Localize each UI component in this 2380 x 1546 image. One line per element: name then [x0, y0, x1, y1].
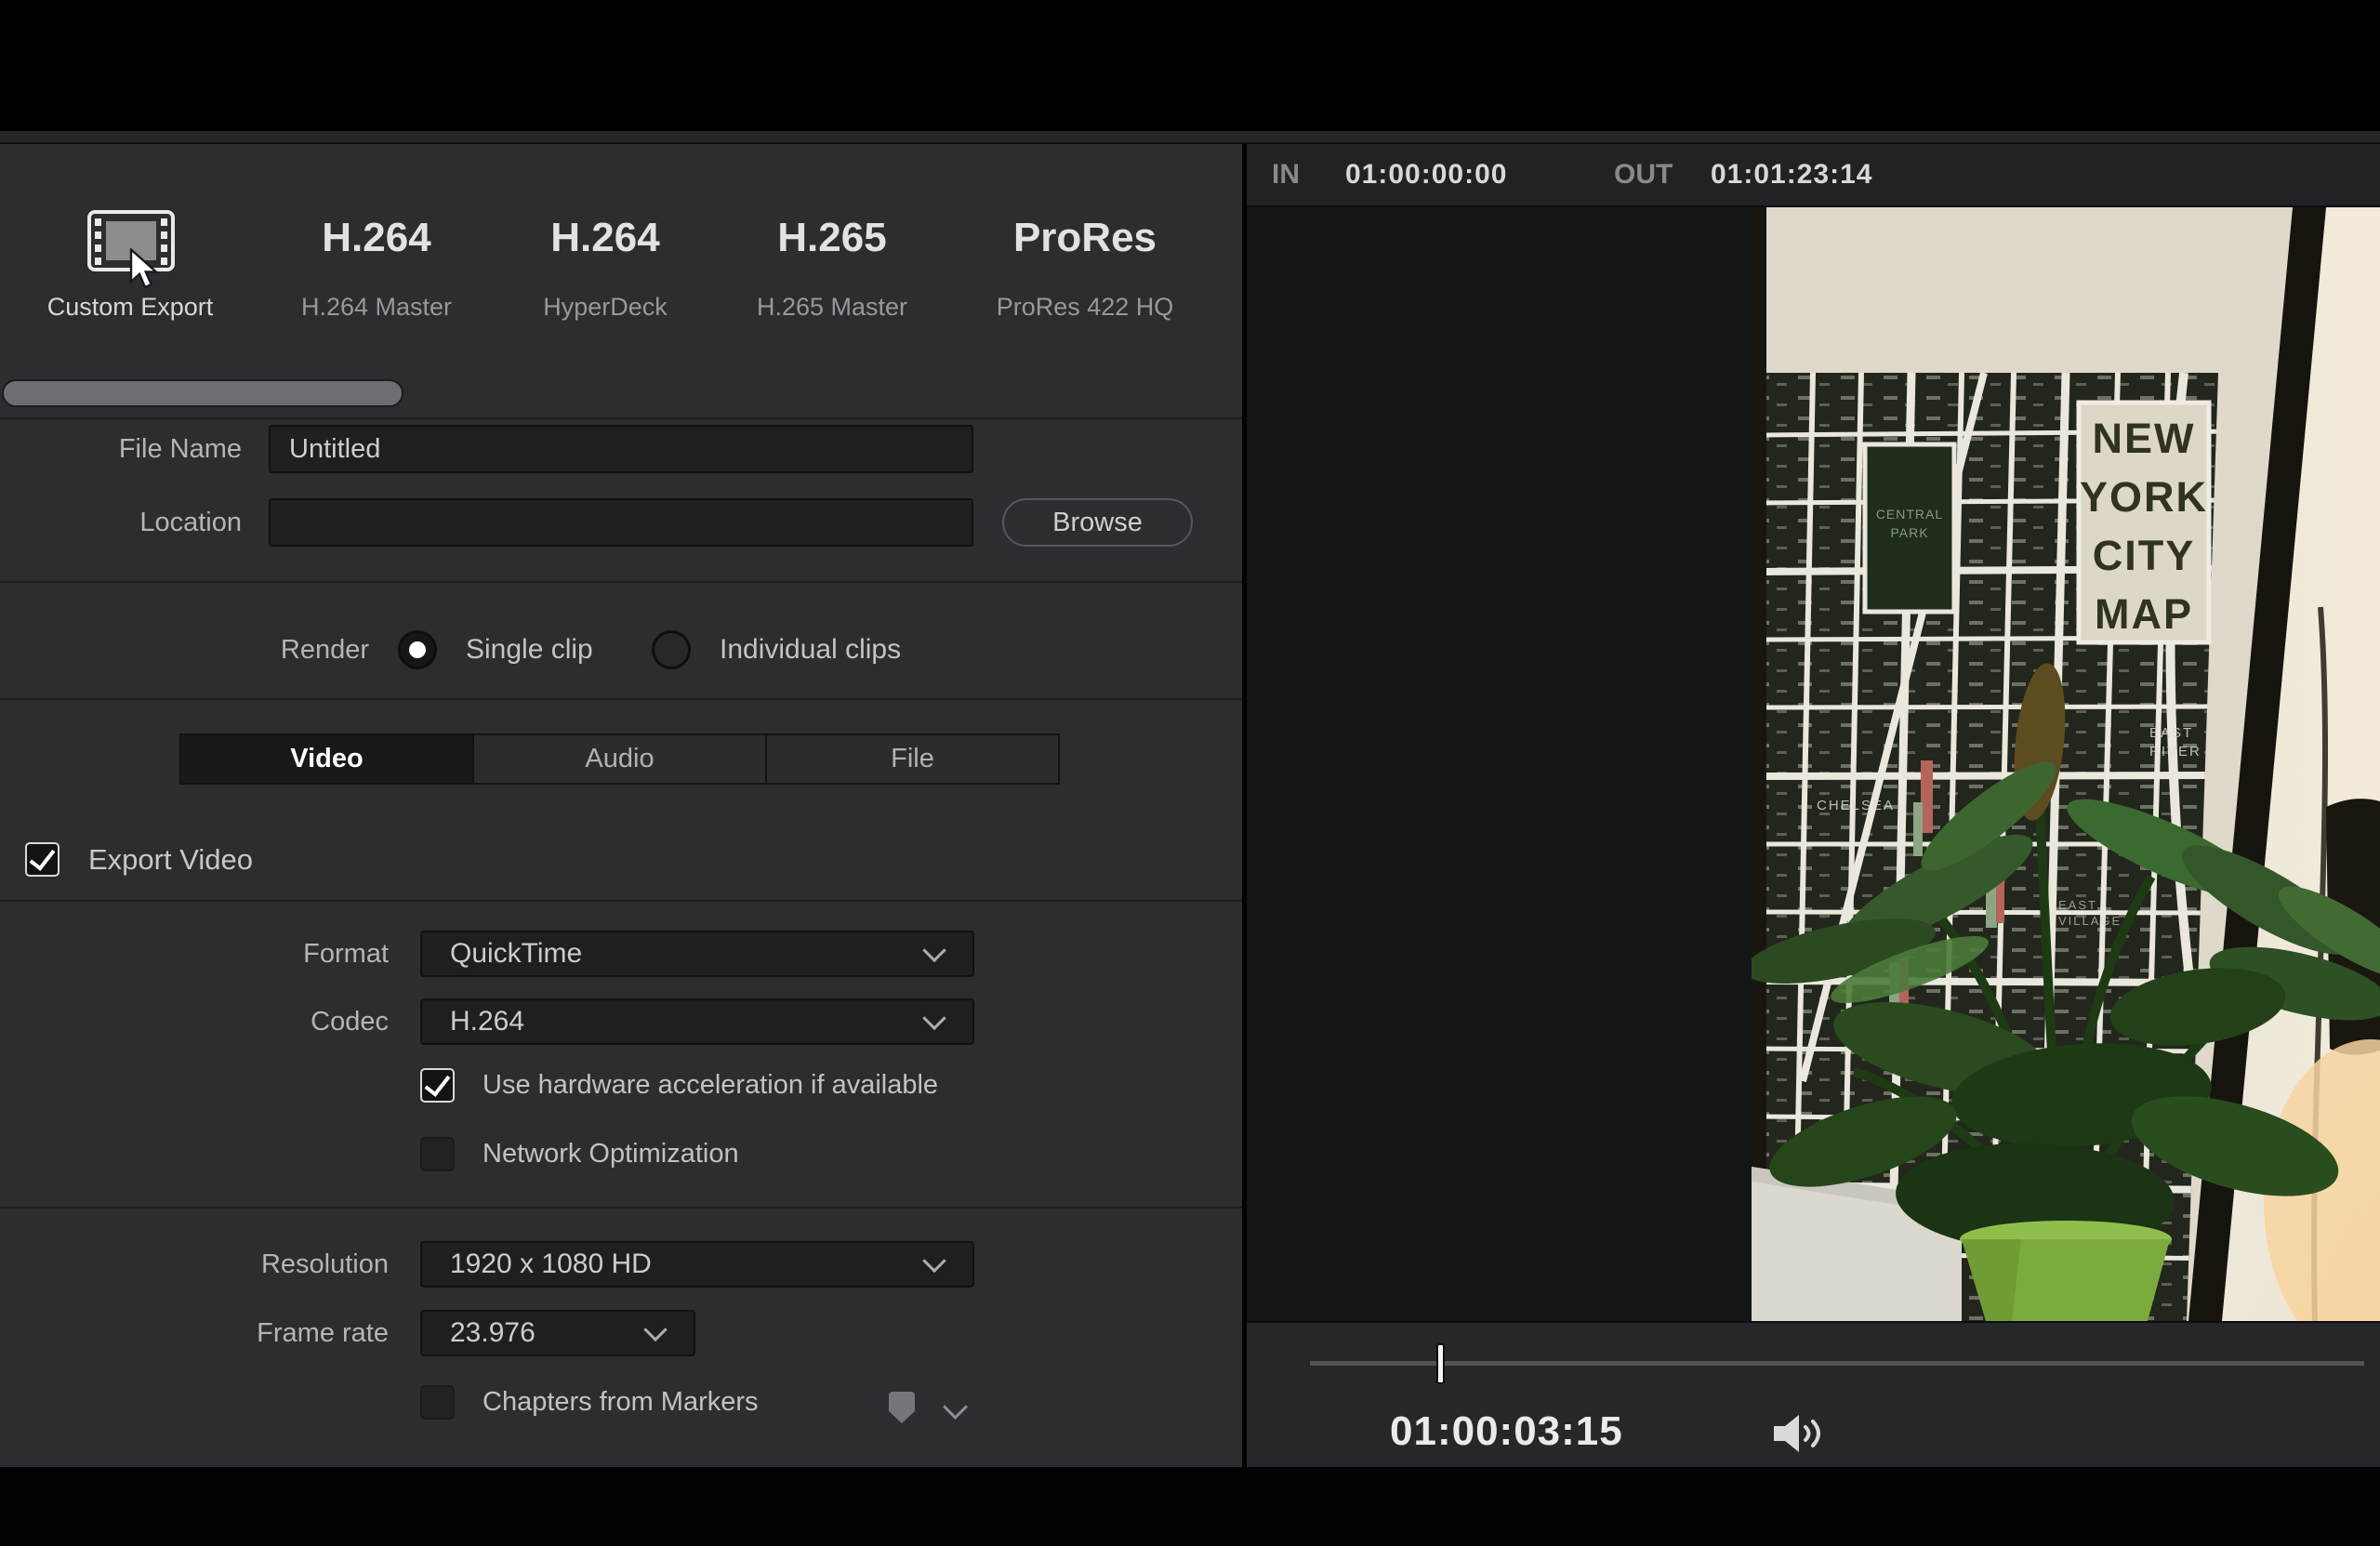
window-top-edge — [0, 131, 2380, 144]
map-label-east-village: EAST — [2058, 898, 2097, 912]
preset-label: H.265 Master — [756, 293, 908, 321]
map-label-central-park: CENTRAL — [1876, 507, 1943, 522]
map-label-east-river: RIVER — [2149, 744, 2202, 760]
marker-color-swatch[interactable] — [888, 1391, 916, 1429]
browse-button[interactable]: Browse — [1002, 498, 1193, 547]
export-tabbar: Video Audio File — [179, 733, 1060, 785]
in-out-bar: IN 01:00:00:00 OUT 01:01:23:14 — [1247, 144, 2380, 207]
marker-chevron-down-icon[interactable] — [943, 1394, 968, 1420]
export-video-checkbox[interactable] — [25, 842, 60, 877]
map-label-east-village: VILLAGE — [2058, 914, 2122, 928]
frame-rate-value: 23.976 — [450, 1317, 536, 1348]
chapters-from-markers-checkbox[interactable] — [420, 1385, 455, 1420]
current-timecode: 01:00:03:15 — [1390, 1408, 1623, 1454]
divider — [0, 417, 1242, 419]
chevron-down-icon — [922, 1006, 946, 1031]
render-label: Render — [280, 635, 369, 665]
divider — [0, 698, 1242, 700]
chevron-down-icon — [643, 1317, 668, 1342]
browse-button-label: Browse — [1052, 507, 1143, 537]
codec-dropdown[interactable]: H.264 — [420, 998, 974, 1045]
file-name-label: File Name — [118, 434, 242, 464]
plant-pot — [1960, 1221, 2172, 1321]
preset-title: ProRes — [1012, 215, 1157, 260]
preset-title: H.265 — [777, 215, 887, 260]
single-clip-radio[interactable] — [398, 630, 437, 669]
chevron-down-icon — [922, 938, 946, 963]
speaker-icon[interactable] — [1773, 1412, 1825, 1460]
network-optimization-label: Network Optimization — [483, 1139, 739, 1169]
preset-prores-422hq[interactable]: ProRes ProRes 422 HQ — [943, 144, 1227, 377]
preset-scrollbar-thumb[interactable] — [2, 379, 403, 407]
tab-file[interactable]: File — [765, 733, 1060, 785]
single-clip-label: Single clip — [466, 634, 593, 665]
divider — [0, 900, 1242, 902]
in-timecode: 01:00:00:00 — [1345, 159, 1508, 190]
poster-title-box: NEW YORK CITY MAP — [2076, 400, 2212, 645]
codec-value: H.264 — [450, 1006, 525, 1037]
preset-label: Custom Export — [46, 293, 214, 321]
playhead[interactable] — [1436, 1343, 1445, 1384]
in-label: IN — [1272, 159, 1300, 190]
tab-audio-label: Audio — [585, 744, 654, 773]
chevron-down-icon — [922, 1249, 946, 1274]
tab-video[interactable]: Video — [179, 733, 474, 785]
divider — [0, 581, 1242, 583]
codec-label: Codec — [311, 1007, 389, 1037]
location-input[interactable] — [269, 498, 973, 547]
app-screen: Custom Export H.264 H.264 Master H.264 H… — [0, 0, 2380, 1546]
hardware-acceleration-checkbox[interactable] — [420, 1068, 455, 1103]
frame-rate-label: Frame rate — [257, 1318, 389, 1348]
preset-custom-export[interactable]: Custom Export — [19, 144, 242, 377]
frame-rate-dropdown[interactable]: 23.976 — [420, 1310, 695, 1356]
tab-video-label: Video — [290, 744, 364, 773]
out-timecode: 01:01:23:14 — [1711, 159, 1873, 190]
bottom-black-bar — [0, 1467, 2380, 1546]
resolution-dropdown[interactable]: 1920 x 1080 HD — [420, 1241, 974, 1288]
poster-title-line: CITY — [2093, 532, 2196, 579]
divider — [0, 1207, 1242, 1209]
export-video-label: Export Video — [88, 843, 253, 876]
map-label-central-park: PARK — [1890, 525, 1928, 540]
format-label: Format — [303, 939, 389, 969]
hardware-acceleration-label: Use hardware acceleration if available — [483, 1070, 939, 1100]
poster-title-line: MAP — [2095, 590, 2193, 638]
location-label: Location — [139, 508, 242, 537]
preview-viewer: IN 01:00:00:00 OUT 01:01:23:14 CENTRAL P… — [1247, 144, 2380, 1467]
video-frame: CENTRAL PARK CHELSEA EAST RIVER EAST VIL… — [1752, 207, 2380, 1321]
individual-clips-radio[interactable] — [652, 630, 691, 669]
tab-file-label: File — [891, 744, 934, 773]
resolution-label: Resolution — [260, 1249, 389, 1279]
network-optimization-checkbox[interactable] — [420, 1137, 455, 1171]
video-still: CENTRAL PARK CHELSEA EAST RIVER EAST VIL… — [1752, 207, 2380, 1321]
mouse-cursor-icon — [128, 246, 162, 297]
chapters-from-markers-label: Chapters from Markers — [483, 1387, 759, 1417]
render-settings-panel: Custom Export H.264 H.264 Master H.264 H… — [0, 144, 1242, 1467]
out-label: OUT — [1614, 159, 1673, 190]
format-dropdown[interactable]: QuickTime — [420, 931, 974, 977]
preset-label: ProRes 422 HQ — [996, 293, 1174, 321]
seek-bar[interactable] — [1310, 1361, 2364, 1366]
map-label-east-river: EAST — [2149, 725, 2193, 741]
tab-audio[interactable]: Audio — [472, 733, 767, 785]
format-value: QuickTime — [450, 938, 583, 969]
map-label-chelsea: CHELSEA — [1817, 798, 1895, 813]
poster-title-line: NEW — [2093, 415, 2196, 462]
preset-h265-master[interactable]: H.265 H.265 Master — [693, 144, 972, 377]
resolution-value: 1920 x 1080 HD — [450, 1249, 652, 1279]
file-name-input[interactable] — [269, 425, 973, 473]
individual-clips-label: Individual clips — [720, 634, 902, 665]
poster-title-line: YORK — [2080, 473, 2208, 521]
transport-bar: 01:00:03:15 — [1247, 1321, 2380, 1467]
